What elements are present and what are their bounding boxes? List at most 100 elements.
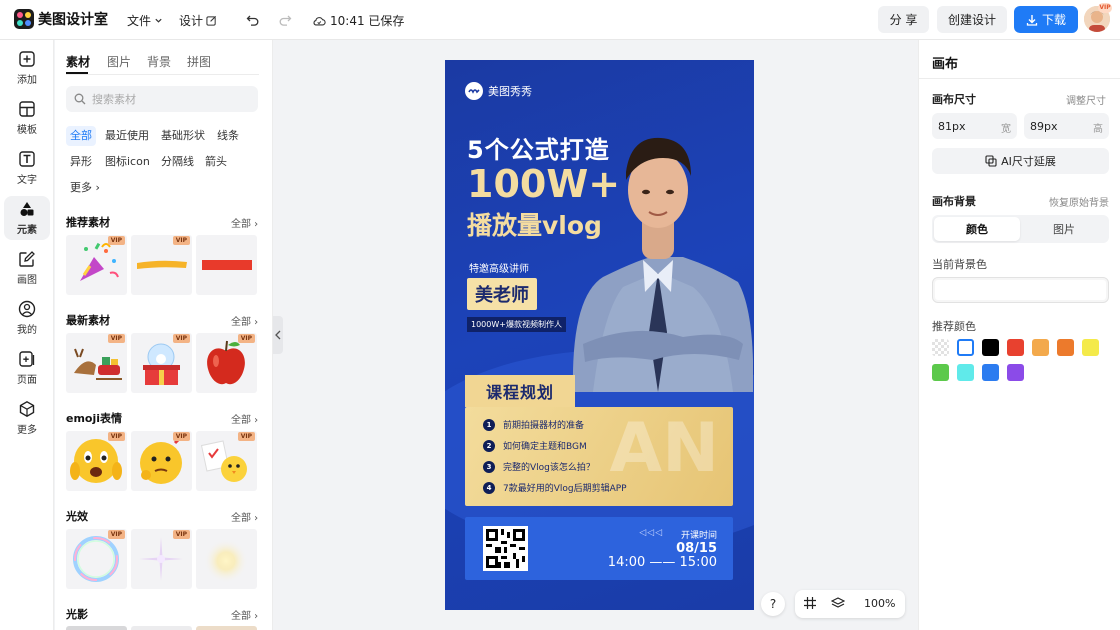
asset-thumb[interactable] bbox=[196, 626, 257, 630]
rail-item-page[interactable]: 页面 bbox=[4, 346, 50, 390]
chip-lines[interactable]: 线条 bbox=[213, 126, 243, 146]
rail-item-text[interactable]: 文字 bbox=[4, 146, 50, 190]
zoom-level[interactable]: 100% bbox=[864, 597, 895, 610]
help-button-label: ? bbox=[769, 597, 777, 611]
section-title: 光影 bbox=[66, 608, 88, 621]
current-bg-swatch[interactable] bbox=[932, 277, 1109, 303]
ai-size-extend-button[interactable]: AI尺寸延展 bbox=[932, 148, 1109, 174]
swatch-light-orange[interactable] bbox=[1032, 339, 1049, 356]
swatch-red[interactable] bbox=[1007, 339, 1024, 356]
redo-icon[interactable] bbox=[276, 11, 294, 29]
search-input[interactable] bbox=[92, 92, 242, 106]
swatch-cyan[interactable] bbox=[957, 364, 974, 381]
asset-thumb[interactable]: VIP bbox=[131, 235, 192, 295]
grid-icon[interactable] bbox=[803, 596, 817, 613]
layers-icon[interactable] bbox=[830, 596, 846, 613]
rail-item-more[interactable]: 更多 bbox=[4, 396, 50, 440]
qr-code bbox=[483, 526, 528, 571]
vip-badge: VIP bbox=[107, 432, 125, 441]
app-logo[interactable]: 美图设计室 bbox=[14, 9, 108, 29]
edit-icon bbox=[19, 251, 35, 267]
swatch-yellow[interactable] bbox=[1082, 339, 1099, 356]
chip-icons[interactable]: 图标icon bbox=[101, 152, 154, 172]
speaker-description: 1000W+爆款视频制作人 bbox=[467, 317, 566, 332]
asset-thumb[interactable] bbox=[196, 529, 257, 589]
create-design-button[interactable]: 创建设计 bbox=[937, 6, 1007, 33]
section-all-label: 全部 bbox=[231, 611, 251, 622]
panel-collapse-handle[interactable] bbox=[273, 316, 283, 354]
help-button[interactable]: ? bbox=[761, 592, 785, 616]
height-unit: 高 bbox=[1093, 124, 1103, 135]
chip-dividers[interactable]: 分隔线 bbox=[157, 152, 198, 172]
chip-all[interactable]: 全部 bbox=[66, 126, 96, 146]
tab-assets[interactable]: 素材 bbox=[66, 53, 90, 70]
section-all-link[interactable]: 全部 › bbox=[231, 411, 258, 426]
rail-item-draw[interactable]: 画图 bbox=[4, 246, 50, 290]
seg-color[interactable]: 颜色 bbox=[934, 217, 1020, 241]
asset-thumb[interactable]: VIP bbox=[131, 333, 192, 393]
rail-item-label: 我的 bbox=[17, 325, 37, 336]
asset-thumb[interactable]: VIP bbox=[66, 529, 127, 589]
red-bar-image bbox=[202, 260, 252, 270]
search-icon bbox=[74, 93, 86, 105]
asset-thumb[interactable] bbox=[196, 235, 257, 295]
design-menu[interactable]: 设计 bbox=[179, 12, 217, 29]
course-item-number: 4 bbox=[483, 481, 495, 494]
tab-collage[interactable]: 拼图 bbox=[187, 53, 211, 70]
speaker-name: 美老师 bbox=[467, 278, 537, 310]
user-icon bbox=[18, 300, 36, 318]
share-button[interactable]: 分 享 bbox=[878, 6, 929, 33]
restore-bg-link[interactable]: 恢复原始背景 bbox=[1049, 194, 1109, 209]
canvas-width-field[interactable]: 81px 宽 bbox=[932, 113, 1017, 139]
swatch-white[interactable] bbox=[957, 339, 974, 356]
top-bar: 美图设计室 文件 设计 10:41 已保存 分 享 创建设计 下载 VIP bbox=[0, 0, 1120, 40]
swatch-transparent[interactable] bbox=[932, 339, 949, 356]
section-all-link[interactable]: 全部 › bbox=[231, 313, 258, 328]
file-menu[interactable]: 文件 bbox=[127, 12, 163, 29]
section-all-link[interactable]: 全部 › bbox=[231, 509, 258, 524]
rail-item-mine[interactable]: 我的 bbox=[4, 296, 50, 340]
chip-arrows[interactable]: 箭头 bbox=[201, 152, 231, 172]
asset-thumb[interactable]: VIP bbox=[196, 431, 257, 491]
course-item: 1 前期拍摄器材的准备 bbox=[483, 418, 584, 431]
swatch-black[interactable] bbox=[982, 339, 999, 356]
chip-basic-shapes[interactable]: 基础形状 bbox=[157, 126, 209, 146]
tab-images[interactable]: 图片 bbox=[107, 53, 131, 70]
adjust-size-link[interactable]: 调整尺寸 bbox=[1066, 92, 1106, 107]
asset-thumb[interactable] bbox=[131, 626, 192, 630]
asset-thumb[interactable] bbox=[66, 626, 127, 630]
chip-more[interactable]: 更多 › bbox=[66, 178, 104, 198]
tab-background[interactable]: 背景 bbox=[147, 53, 171, 70]
asset-thumb[interactable]: VIP bbox=[131, 529, 192, 589]
design-canvas[interactable]: 美图秀秀 5个公式打造 100W+ 播放量vlog 特邀高级讲师 美老师 100… bbox=[445, 60, 754, 610]
download-button[interactable]: 下载 bbox=[1014, 6, 1078, 33]
rail-item-add[interactable]: 添加 bbox=[4, 46, 50, 90]
save-status-text: 10:41 已保存 bbox=[330, 14, 405, 28]
section-all-link[interactable]: 全部 › bbox=[231, 215, 258, 230]
asset-thumb[interactable]: VIP bbox=[66, 431, 127, 491]
rail-item-elements[interactable]: 元素 bbox=[4, 196, 50, 240]
swatch-blue[interactable] bbox=[982, 364, 999, 381]
asset-thumb[interactable]: VIP bbox=[66, 235, 127, 295]
asset-thumb[interactable]: VIP bbox=[131, 431, 192, 491]
asset-search[interactable] bbox=[66, 86, 258, 112]
asset-thumb[interactable]: VIP bbox=[196, 333, 257, 393]
bg-type-toggle: 颜色 图片 bbox=[932, 215, 1109, 243]
poster-title-line2: 100W+ bbox=[467, 162, 621, 206]
swatch-green[interactable] bbox=[932, 364, 949, 381]
width-unit: 宽 bbox=[1001, 124, 1011, 135]
chip-recent[interactable]: 最近使用 bbox=[101, 126, 153, 146]
undo-icon[interactable] bbox=[244, 11, 262, 29]
seg-image[interactable]: 图片 bbox=[1021, 217, 1107, 241]
vip-badge: VIP bbox=[172, 334, 190, 343]
rail-item-template[interactable]: 模板 bbox=[4, 96, 50, 140]
swatch-orange[interactable] bbox=[1057, 339, 1074, 356]
swatch-purple[interactable] bbox=[1007, 364, 1024, 381]
canvas-height-field[interactable]: 89px 高 bbox=[1024, 113, 1109, 139]
course-item-text: 前期拍摄器材的准备 bbox=[503, 421, 585, 431]
section-all-link[interactable]: 全部 › bbox=[231, 607, 258, 622]
chip-irregular[interactable]: 异形 bbox=[66, 152, 96, 172]
section-all-label: 全部 bbox=[231, 219, 251, 230]
asset-thumb[interactable]: VIP bbox=[66, 333, 127, 393]
section-all-label: 全部 bbox=[231, 415, 251, 426]
